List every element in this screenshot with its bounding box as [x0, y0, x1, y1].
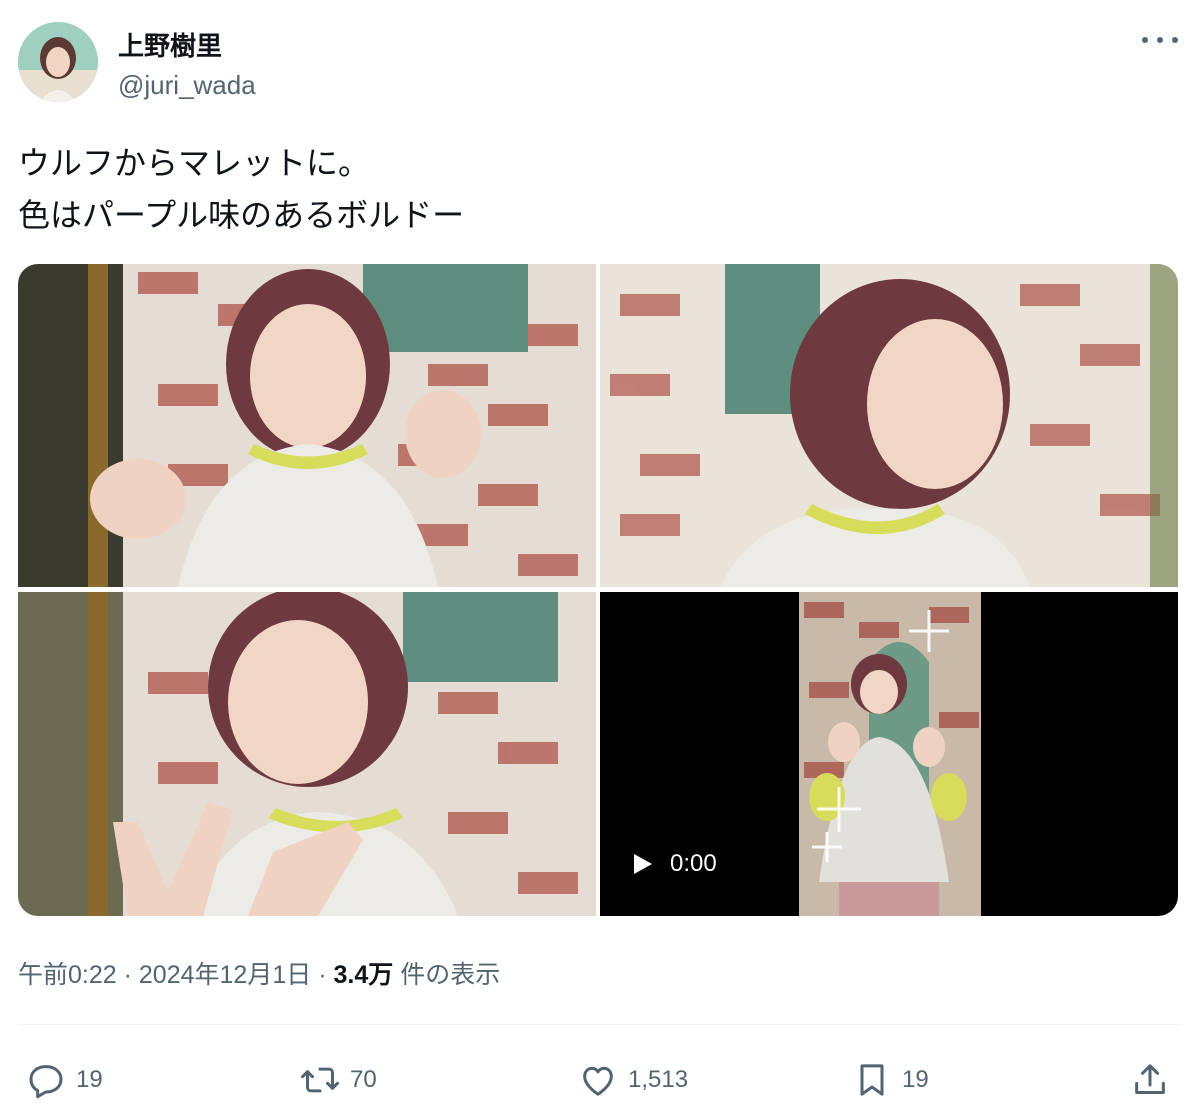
post-meta: 午前0:22 · 2024年12月1日 · 3.4万 件の表示: [18, 955, 500, 991]
post-text-line: 色はパープル味のあるボルドー: [18, 197, 465, 233]
bookmark-count: 19: [902, 1066, 929, 1093]
photo-2[interactable]: [600, 264, 1178, 587]
photo-1[interactable]: [18, 264, 596, 587]
like-icon: [583, 1066, 613, 1096]
meta-separator: ·: [318, 961, 327, 989]
video-duration: 0:00: [670, 850, 717, 877]
avatar[interactable]: [18, 22, 98, 102]
repost-count: 70: [350, 1066, 377, 1093]
video-controls[interactable]: 0:00: [632, 850, 717, 878]
post-text-line: ウルフからマレットに。: [18, 145, 371, 181]
post-time[interactable]: 午前0:22: [18, 961, 117, 989]
divider: [18, 1024, 1182, 1025]
like-button[interactable]: 1,513: [578, 1050, 688, 1110]
meta-separator: ·: [123, 961, 132, 989]
bookmark-icon: [860, 1064, 884, 1096]
like-count: 1,513: [628, 1066, 689, 1093]
action-bar: 19 70 1,513 19: [0, 1050, 1200, 1110]
author-handle[interactable]: @juri_wada: [118, 70, 256, 101]
share-icon: [1135, 1064, 1165, 1094]
video-thumbnail: [799, 592, 981, 916]
views-label: 件の表示: [400, 961, 501, 989]
reply-icon: [29, 1065, 63, 1099]
post-text: ウルフからマレットに。 色はパープル味のあるボルドー: [18, 137, 464, 241]
avatar-photo: [18, 22, 98, 102]
play-icon[interactable]: [632, 852, 654, 876]
views-count: 3.4万: [333, 961, 394, 989]
author-display-name[interactable]: 上野樹里: [118, 26, 222, 63]
more-icon[interactable]: [1142, 28, 1178, 52]
video-player[interactable]: 0:00: [600, 592, 1178, 916]
reply-count: 19: [76, 1066, 103, 1093]
repost-icon: [301, 1067, 339, 1093]
share-button[interactable]: [1130, 1050, 1170, 1110]
media-grid: 0:00: [18, 264, 1178, 916]
bookmark-button[interactable]: 19: [852, 1050, 929, 1110]
photo-3[interactable]: [18, 592, 596, 916]
post-date[interactable]: 2024年12月1日: [139, 961, 311, 989]
reply-button[interactable]: 19: [26, 1050, 103, 1110]
repost-button[interactable]: 70: [300, 1050, 377, 1110]
